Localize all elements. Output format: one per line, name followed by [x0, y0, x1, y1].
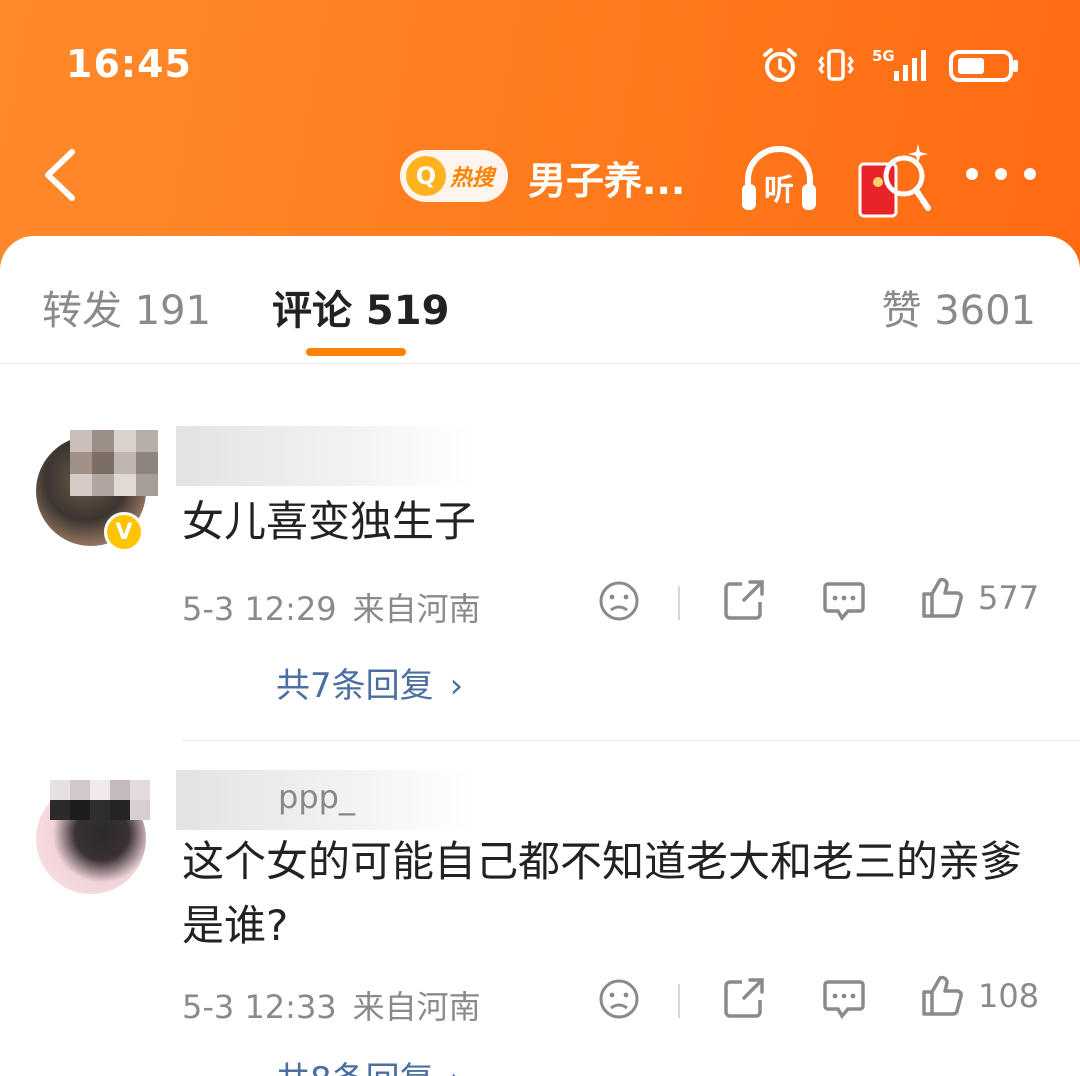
view-replies-link[interactable]: 共8条回复 › — [276, 1052, 463, 1076]
hot-search-icon: Q — [406, 156, 446, 196]
like-button[interactable]: 108 — [920, 974, 1039, 1018]
comment-item: ppp_ 这个女的可能自己都不知道老大和老三的亲爹是谁? 5-3 12:33 来自… — [0, 740, 1080, 1076]
tab-bar: 转发 191 评论 519 赞 3601 — [0, 236, 1080, 364]
dislike-icon[interactable] — [598, 580, 640, 622]
like-count: 108 — [978, 977, 1040, 1015]
replies-count: 共8条回复 — [276, 1060, 434, 1076]
alarm-icon — [763, 48, 797, 82]
tab-repost[interactable]: 转发 191 — [42, 278, 211, 336]
reply-icon[interactable] — [822, 578, 866, 622]
status-bar: 16:45 5G — [0, 0, 1080, 120]
share-icon[interactable] — [722, 976, 766, 1020]
vibrate-icon — [818, 49, 854, 81]
hot-search-label: 热搜 — [450, 166, 495, 191]
nav-bar: Q 热搜 男子养... 听 — [0, 120, 1080, 230]
battery-icon — [949, 50, 1018, 82]
verified-badge: V — [104, 512, 144, 552]
comment-time: 5-3 12:29 — [182, 590, 337, 628]
tab-like[interactable]: 赞 3601 — [881, 278, 1036, 336]
view-replies-link[interactable]: 共7条回复 › — [276, 658, 463, 707]
avatar-mosaic — [70, 430, 158, 496]
more-icon[interactable] — [966, 156, 1036, 192]
dislike-icon[interactable] — [598, 978, 640, 1020]
5g-signal-icon: 5G — [872, 47, 926, 81]
thumbs-up-icon — [922, 975, 963, 1016]
action-divider — [678, 984, 680, 1018]
comment-item: V 女儿喜变独生子 5-3 12:29 来自河南 577 共7条回复 › — [0, 364, 1080, 744]
username-redacted[interactable] — [176, 426, 476, 486]
page-title[interactable]: 男子养... — [528, 150, 685, 205]
svg-text:5G: 5G — [872, 47, 895, 65]
chevron-right-icon: › — [449, 666, 464, 706]
red-packet-search-icon[interactable] — [856, 138, 932, 228]
thumbs-up-icon — [922, 577, 963, 618]
action-divider — [678, 586, 680, 620]
comment-location: 来自河南 — [352, 988, 481, 1026]
svg-text:听: 听 — [764, 173, 794, 208]
status-time: 16:45 — [66, 42, 192, 86]
comment-sheet: 转发 191 评论 519 赞 3601 V 女儿喜变独生子 5-3 12:29… — [0, 236, 1080, 1076]
active-tab-indicator — [306, 348, 406, 356]
hot-search-badge[interactable]: Q 热搜 — [400, 150, 508, 202]
comment-meta: 5-3 12:29 来自河南 — [182, 584, 481, 630]
like-count: 577 — [978, 579, 1040, 617]
comment-location: 来自河南 — [352, 590, 481, 628]
avatar-mosaic — [50, 780, 150, 820]
like-button[interactable]: 577 — [920, 576, 1039, 620]
comment-text[interactable]: 这个女的可能自己都不知道老大和老三的亲爹是谁? — [182, 830, 1052, 958]
comment-text[interactable]: 女儿喜变独生子 — [182, 490, 1052, 554]
replies-count: 共7条回复 — [276, 666, 434, 706]
chevron-right-icon: › — [450, 1060, 464, 1076]
comment-time: 5-3 12:33 — [182, 988, 337, 1026]
listen-icon[interactable]: 听 — [738, 138, 820, 220]
username-visible[interactable]: ppp_ — [278, 778, 355, 816]
reply-icon[interactable] — [822, 976, 866, 1020]
status-icons: 5G — [760, 40, 1020, 90]
back-icon[interactable] — [36, 140, 86, 210]
comment-meta: 5-3 12:33 来自河南 — [182, 982, 481, 1028]
share-icon[interactable] — [722, 578, 766, 622]
